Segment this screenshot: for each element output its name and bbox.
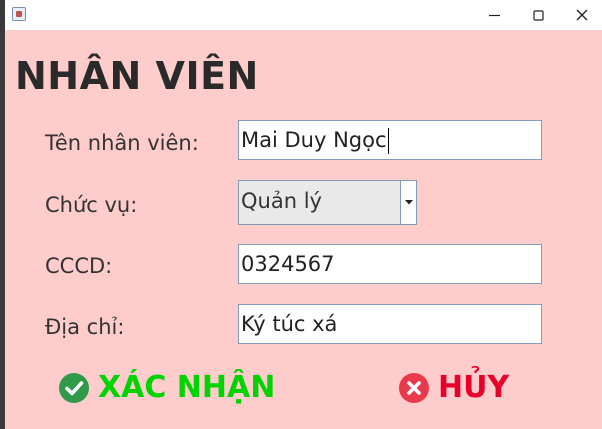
x-circle-icon — [399, 372, 429, 403]
text-caret — [387, 128, 389, 154]
maximize-icon — [532, 9, 544, 21]
employee-window: NHÂN VIÊN Tên nhân viên: Mai Duy Ngọc Ch… — [5, 0, 602, 429]
minimize-icon — [488, 14, 500, 16]
name-value: Mai Duy Ngọc — [241, 128, 387, 152]
name-field[interactable]: Mai Duy Ngọc — [238, 120, 542, 160]
dropdown-arrow-button[interactable] — [400, 181, 416, 224]
address-label: Địa chỉ: — [45, 315, 125, 339]
id-label: CCCD: — [45, 254, 113, 278]
address-field[interactable] — [238, 304, 542, 344]
close-button[interactable] — [562, 0, 602, 30]
position-select[interactable]: Quản lý — [238, 180, 417, 225]
page-title: NHÂN VIÊN — [15, 54, 259, 98]
java-coffee-cup-icon — [12, 7, 26, 21]
cancel-label: HỦY — [438, 370, 510, 405]
title-bar — [5, 0, 602, 30]
chevron-down-icon — [404, 200, 413, 205]
position-label: Chức vụ: — [45, 193, 138, 217]
confirm-label: XÁC NHẬN — [98, 370, 276, 405]
position-value: Quản lý — [241, 189, 322, 213]
cancel-button[interactable]: HỦY — [399, 370, 509, 405]
id-field[interactable] — [238, 244, 542, 284]
form-panel: NHÂN VIÊN Tên nhân viên: Mai Duy Ngọc Ch… — [5, 30, 602, 429]
check-circle-icon — [59, 372, 89, 403]
minimize-button[interactable] — [474, 0, 514, 30]
close-icon — [576, 9, 588, 21]
maximize-button[interactable] — [518, 0, 558, 30]
name-label: Tên nhân viên: — [45, 131, 199, 155]
confirm-button[interactable]: XÁC NHẬN — [59, 370, 275, 405]
